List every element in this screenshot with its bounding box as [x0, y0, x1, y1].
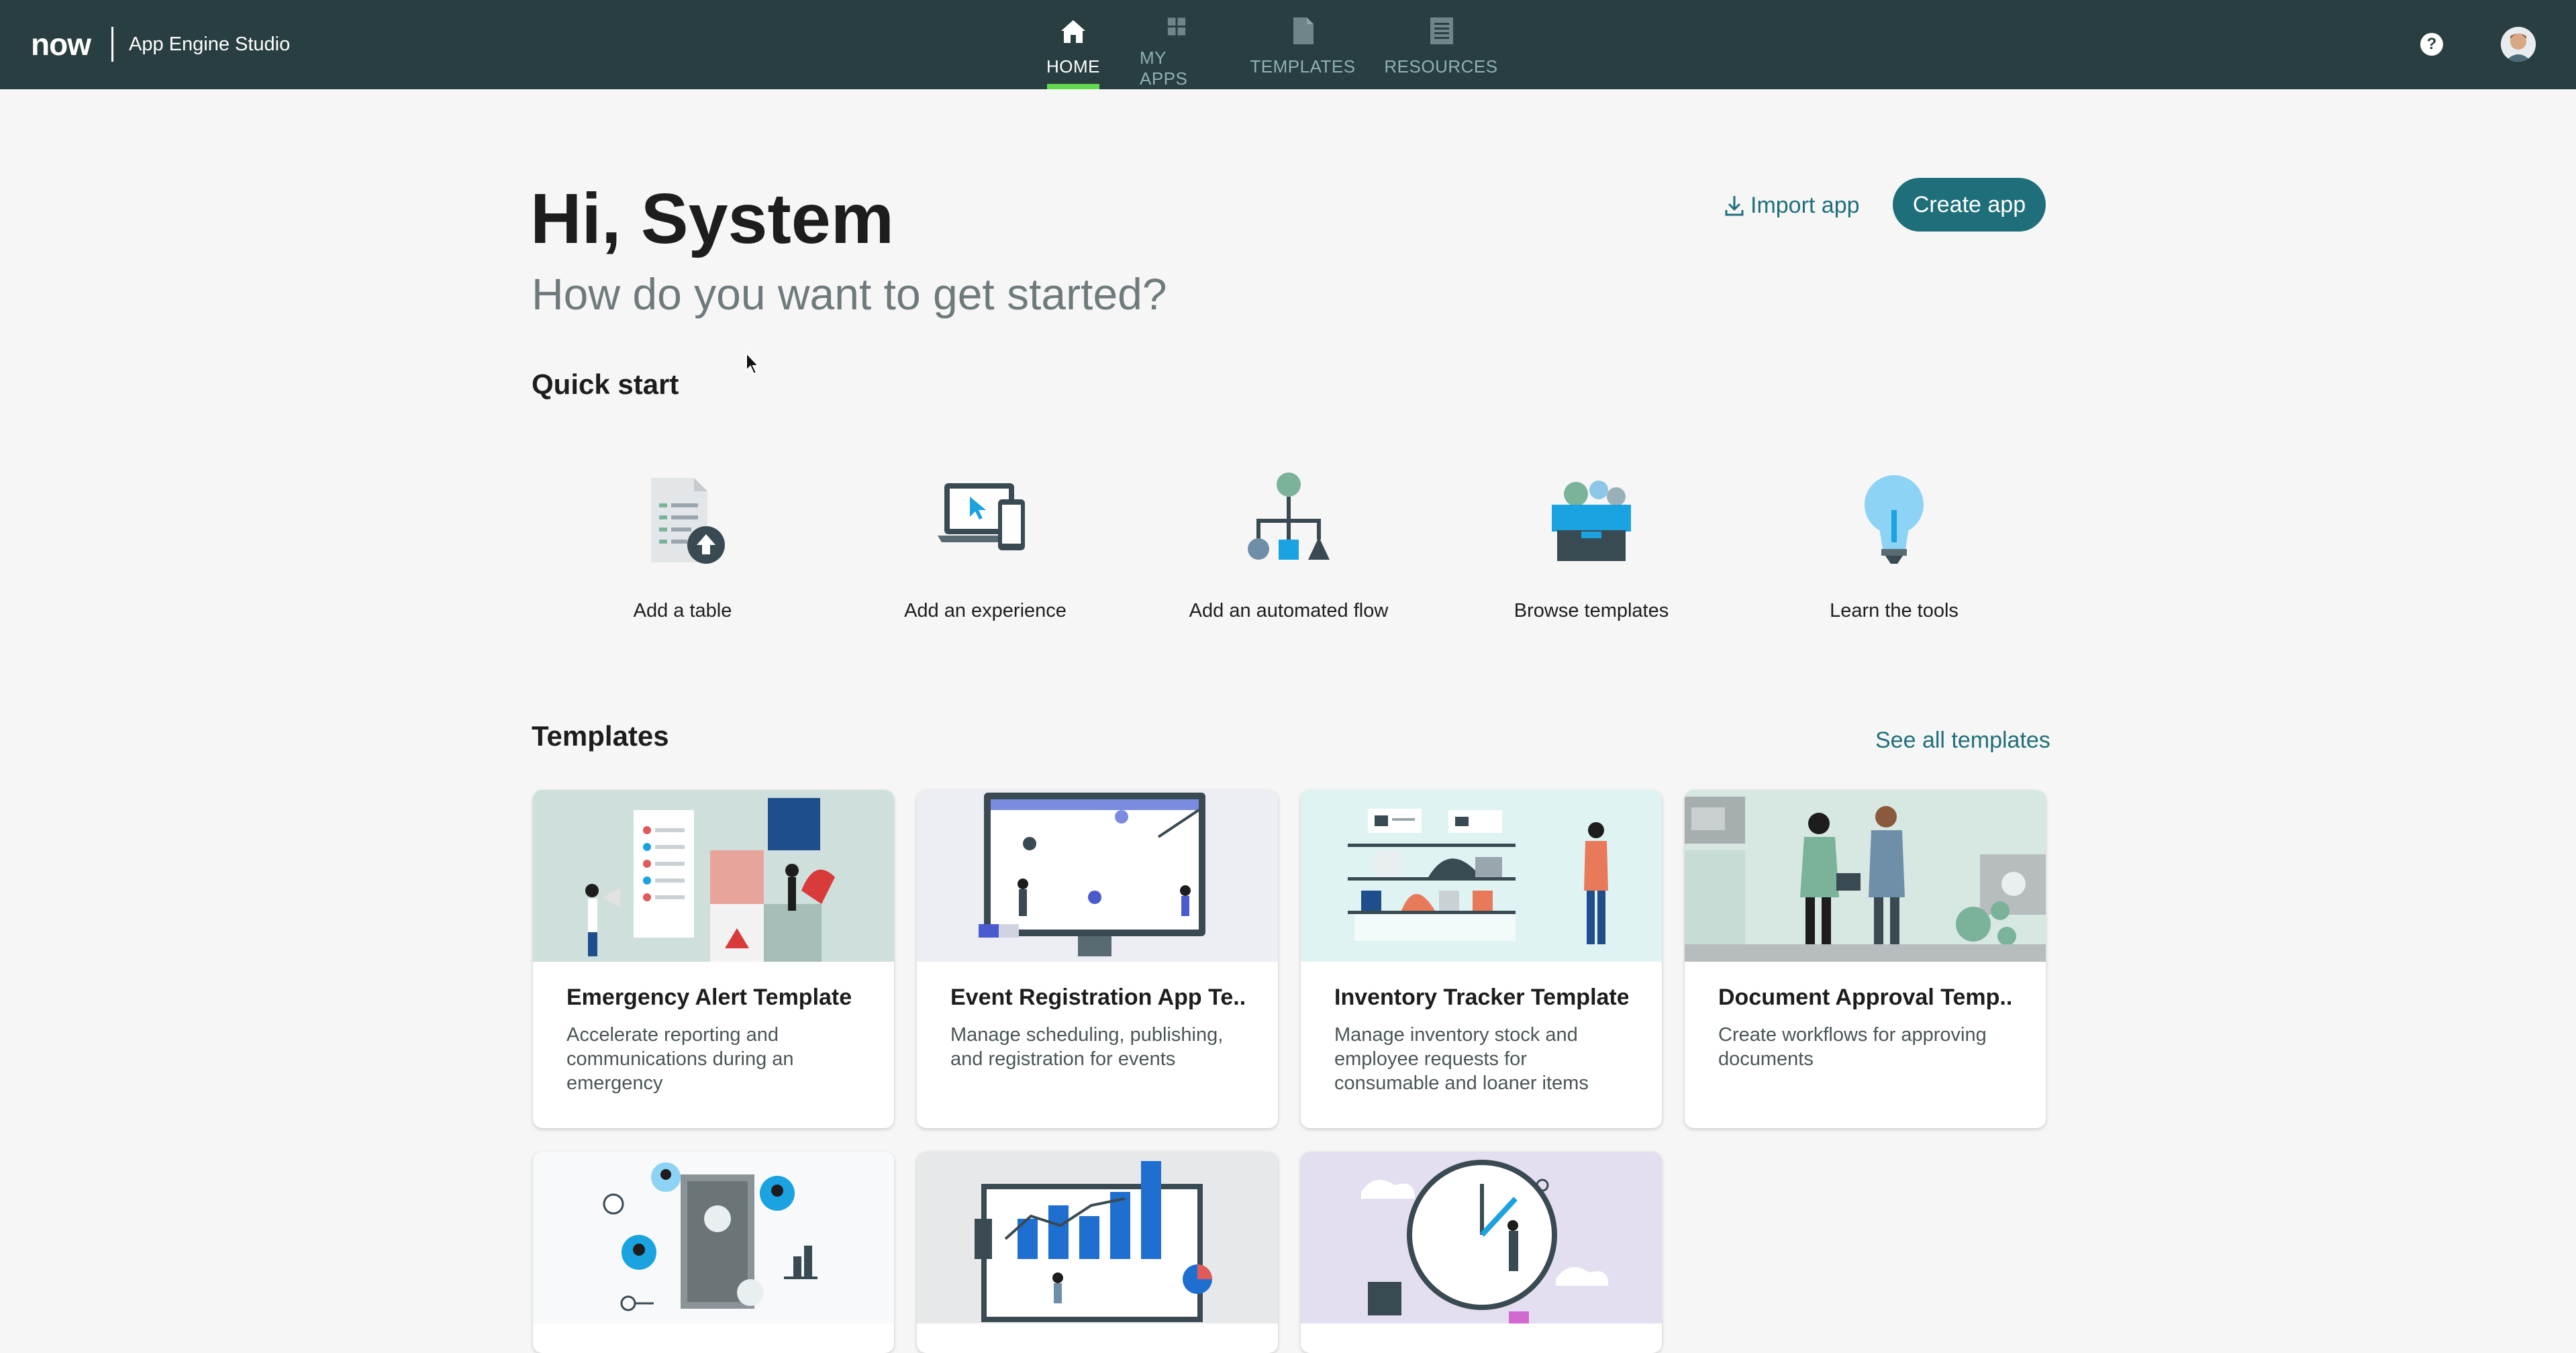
card-title: Inventory Tracker Template: [1334, 985, 1628, 1010]
import-app-label: Import app: [1750, 192, 1860, 218]
template-card-time-tracking[interactable]: [1301, 1152, 1662, 1353]
template-card-analytics[interactable]: [917, 1152, 1278, 1353]
download-icon: [1725, 196, 1744, 216]
see-all-templates-link[interactable]: See all templates: [1875, 728, 2050, 754]
card-description: Manage inventory stock and employee requ…: [1334, 1024, 1589, 1094]
card-description: Accelerate reporting and communications …: [566, 1024, 794, 1094]
flow-icon: [1248, 472, 1330, 560]
quick-start-label: Add an automated flow: [1189, 600, 1389, 621]
page-subtitle: How do you want to get started?: [532, 269, 1167, 319]
import-app-button[interactable]: Import app: [1724, 188, 1860, 223]
card-description: Create workflows for approving documents: [1718, 1024, 1987, 1070]
quick-start-add-flow[interactable]: Add an automated flow: [1188, 470, 1389, 631]
document-approval-illustration: [1685, 790, 2046, 962]
now-logo[interactable]: now: [31, 27, 91, 62]
mouse-cursor-icon: [746, 352, 760, 375]
tab-resources-label: RESOURCES: [1384, 56, 1498, 77]
template-card-emergency-alert[interactable]: Emergency Alert Template Accelerate repo…: [533, 790, 894, 1128]
avatar[interactable]: [2501, 27, 2536, 62]
page-title: Hi, System: [530, 179, 895, 258]
home-icon: [1061, 20, 1085, 43]
tab-my-apps-label: MY APPS: [1140, 48, 1188, 89]
card-title: Emergency Alert Template: [566, 985, 852, 1010]
top-nav-bar: now App Engine Studio HOME MY APPS TEMPL…: [0, 0, 2576, 89]
devices-icon: [938, 483, 1025, 550]
analytics-illustration: [917, 1152, 1278, 1323]
card-title: Event Registration App Te...: [950, 985, 1244, 1010]
quick-start-learn-tools[interactable]: Learn the tools: [1793, 470, 1995, 631]
event-registration-illustration: [917, 790, 1278, 962]
tab-templates[interactable]: TEMPLATES: [1250, 0, 1355, 89]
quick-start-label: Browse templates: [1514, 600, 1669, 621]
tab-home-label: HOME: [1046, 56, 1100, 77]
inventory-tracker-illustration: [1301, 790, 1662, 962]
card-title: Document Approval Temp...: [1718, 985, 2012, 1010]
tab-home[interactable]: HOME: [1046, 0, 1100, 89]
document-icon: [1293, 17, 1314, 44]
create-app-button[interactable]: Create app: [1893, 178, 2046, 232]
main-nav: HOME MY APPS TEMPLATES RESOURCES: [1046, 0, 1530, 89]
help-icon[interactable]: ?: [2420, 33, 2443, 56]
tab-templates-label: TEMPLATES: [1250, 56, 1356, 77]
quick-start-add-table[interactable]: Add a table: [582, 470, 783, 631]
card-description: Manage scheduling, publishing, and regis…: [950, 1024, 1224, 1070]
template-card-event-registration[interactable]: Event Registration App Te... Manage sche…: [917, 790, 1278, 1128]
quick-start-browse-templates[interactable]: Browse templates: [1491, 470, 1692, 631]
user-photo-icon: [2501, 27, 2536, 62]
clock-illustration: [1301, 1152, 1662, 1323]
logo-divider: [111, 27, 113, 62]
grid-icon: [1167, 17, 1186, 36]
quick-start-title: Quick start: [532, 368, 679, 400]
tab-resources[interactable]: RESOURCES: [1384, 0, 1497, 89]
quick-start-add-experience[interactable]: Add an experience: [885, 470, 1086, 631]
contacts-illustration: [533, 1152, 894, 1323]
table-upload-icon: [651, 478, 725, 564]
app-title: App Engine Studio: [129, 34, 291, 55]
quick-start-label: Learn the tools: [1830, 600, 1959, 621]
template-card-inventory-tracker[interactable]: Inventory Tracker Template Manage invent…: [1301, 790, 1662, 1128]
templates-box-icon: [1552, 481, 1631, 561]
lightbulb-icon: [1865, 475, 1924, 564]
tab-my-apps[interactable]: MY APPS: [1140, 0, 1213, 89]
template-card-document-approval[interactable]: Document Approval Temp... Create workflo…: [1685, 790, 2046, 1128]
emergency-alert-illustration: [533, 790, 894, 962]
templates-title: Templates: [532, 720, 669, 752]
quick-start-label: Add an experience: [904, 600, 1067, 621]
book-icon: [1430, 17, 1453, 44]
template-card-contacts[interactable]: [533, 1152, 894, 1353]
quick-start-label: Add a table: [633, 600, 732, 621]
